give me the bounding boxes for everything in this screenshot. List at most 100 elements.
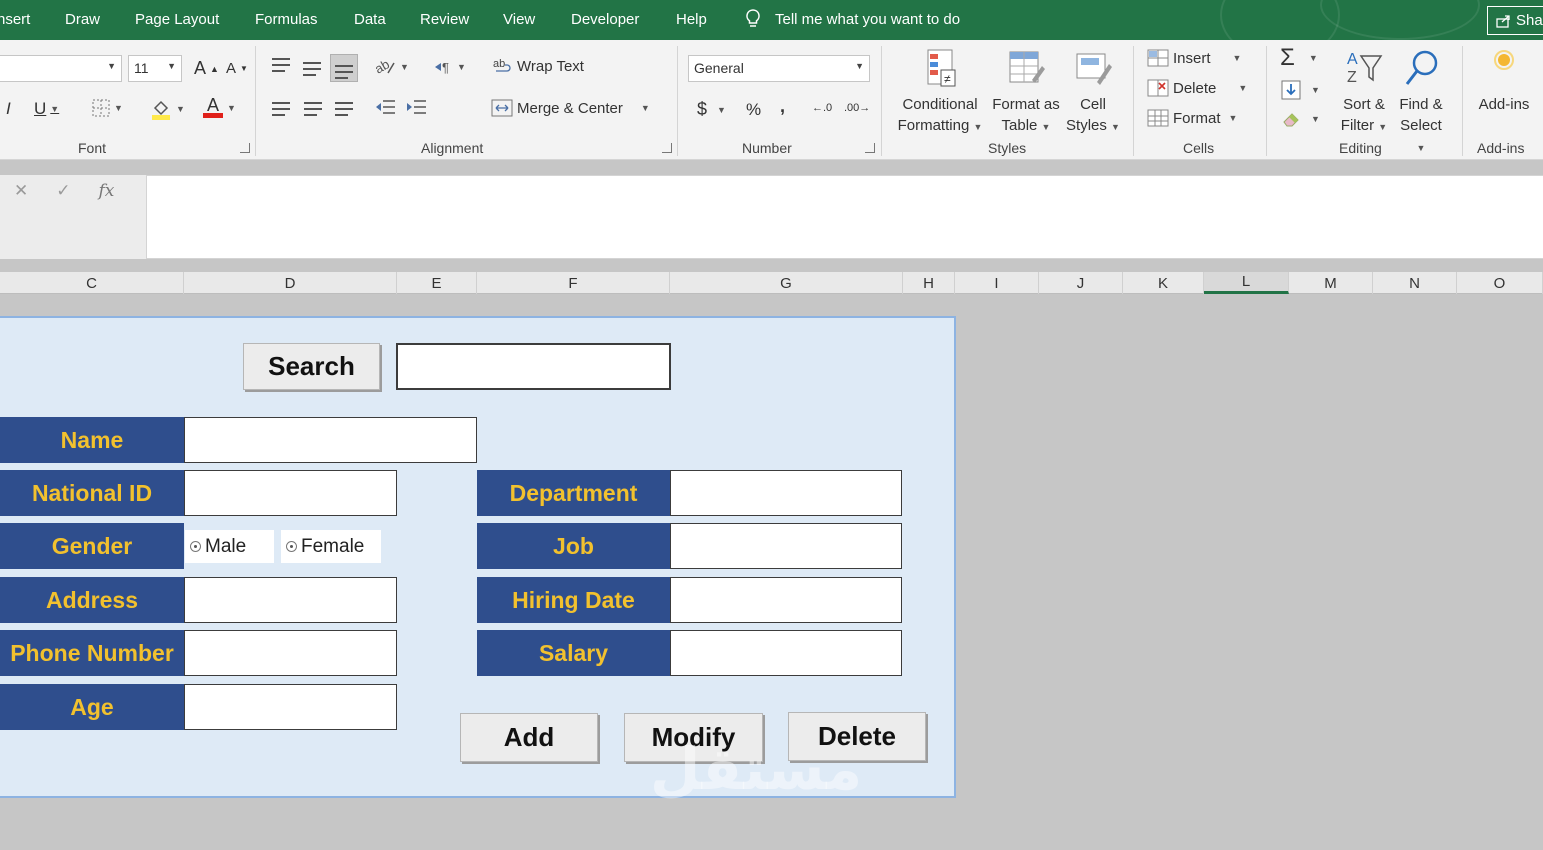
name-input[interactable]: [184, 417, 477, 463]
add-ins-label: Add-ins: [1478, 96, 1530, 113]
tell-me-box[interactable]: Tell me what you want to do: [745, 9, 960, 29]
editing-group-label: Editing: [1339, 140, 1382, 156]
orientation-icon: ab: [374, 57, 395, 77]
delete-button[interactable]: Delete: [788, 712, 926, 761]
align-right-icon[interactable]: [335, 102, 353, 116]
column-header-d[interactable]: D: [184, 272, 397, 294]
column-header-n[interactable]: N: [1373, 272, 1457, 294]
text-direction-button[interactable]: ¶ ▼: [433, 59, 466, 75]
cell-styles-label-2-text: Styles: [1066, 117, 1107, 134]
gender-female-option[interactable]: Female: [281, 530, 381, 563]
delete-cells-button[interactable]: Delete ▼: [1147, 79, 1247, 97]
align-top-icon[interactable]: [272, 58, 290, 72]
orientation-button[interactable]: ab ▼: [374, 57, 409, 77]
column-header-h[interactable]: H: [903, 272, 955, 294]
add-ins-group-label: Add-ins: [1477, 140, 1525, 156]
conditional-formatting-button[interactable]: ≠ Conditional Formatting ▼: [894, 48, 986, 138]
column-header-m[interactable]: M: [1289, 272, 1373, 294]
confirm-entry-icon[interactable]: ✓: [56, 181, 70, 201]
align-center-icon[interactable]: [304, 102, 322, 116]
font-dialog-launcher-icon[interactable]: [240, 143, 250, 153]
fill-button[interactable]: ▼: [1281, 80, 1320, 100]
tab-draw[interactable]: Draw: [65, 11, 100, 28]
formula-input[interactable]: [146, 175, 1543, 259]
column-header-j[interactable]: J: [1039, 272, 1123, 294]
fill-color-button[interactable]: ▼: [150, 98, 185, 120]
shrink-font-button[interactable]: A ▼: [226, 60, 248, 77]
cells-group-label: Cells: [1183, 140, 1215, 156]
increase-indent-button[interactable]: [405, 98, 427, 116]
wrap-text-label: Wrap Text: [517, 57, 584, 75]
insert-function-icon[interactable]: fx: [99, 181, 115, 201]
autosum-button[interactable]: Σ ▼: [1280, 44, 1318, 72]
column-header-i[interactable]: I: [955, 272, 1039, 294]
alignment-dialog-launcher-icon[interactable]: [662, 143, 672, 153]
wrap-text-button[interactable]: ab Wrap Text: [493, 57, 584, 75]
phone-number-input[interactable]: [184, 630, 397, 676]
currency-icon: $: [697, 99, 708, 119]
salary-input[interactable]: [670, 630, 902, 676]
column-header-c[interactable]: C: [0, 272, 184, 294]
column-header-e[interactable]: E: [397, 272, 477, 294]
find-select-button[interactable]: Find & Select ▼: [1394, 48, 1448, 159]
column-header-k[interactable]: K: [1123, 272, 1204, 294]
cell-styles-button[interactable]: Cell Styles ▼: [1064, 48, 1122, 138]
tab-insert[interactable]: nsert: [0, 11, 30, 28]
tab-developer[interactable]: Developer: [571, 11, 639, 28]
age-input[interactable]: [184, 684, 397, 730]
add-button[interactable]: Add: [460, 713, 598, 762]
tab-help[interactable]: Help: [676, 11, 707, 28]
svg-text:Z: Z: [1347, 69, 1357, 86]
cancel-entry-icon[interactable]: ✕: [14, 181, 28, 201]
add-ins-button[interactable]: Add-ins: [1473, 48, 1535, 115]
sort-filter-button[interactable]: A Z Sort & Filter ▼: [1338, 48, 1390, 138]
increase-decimal-button[interactable]: ←.0: [812, 102, 832, 114]
column-header-o[interactable]: O: [1457, 272, 1543, 294]
tab-view[interactable]: View: [503, 11, 535, 28]
currency-button[interactable]: $ ▼: [697, 99, 726, 120]
column-header-g[interactable]: G: [670, 272, 903, 294]
search-button[interactable]: Search: [243, 343, 380, 390]
font-size-combo[interactable]: 11 ▼: [128, 55, 182, 82]
format-cells-button[interactable]: Format ▼: [1147, 109, 1237, 127]
column-header-l[interactable]: L: [1204, 272, 1289, 294]
number-format-combo[interactable]: General ▼: [688, 55, 870, 82]
decrease-decimal-button[interactable]: .00→: [844, 102, 870, 114]
font-name-combo[interactable]: ▼: [0, 55, 122, 82]
font-group-label: Font: [78, 140, 107, 156]
tab-page-layout[interactable]: Page Layout: [135, 11, 219, 28]
grow-font-button[interactable]: A ▲: [194, 58, 219, 79]
tab-formulas[interactable]: Formulas: [255, 11, 318, 28]
format-as-table-button[interactable]: Format as Table ▼: [990, 48, 1062, 138]
national-id-input[interactable]: [184, 470, 397, 516]
hiring-date-input[interactable]: [670, 577, 902, 623]
column-header-f[interactable]: F: [477, 272, 670, 294]
alignment-group-label: Alignment: [421, 140, 484, 156]
share-button[interactable]: Sha: [1487, 6, 1543, 35]
align-middle-icon[interactable]: [303, 62, 321, 76]
number-dialog-launcher-icon[interactable]: [865, 143, 875, 153]
clear-button[interactable]: ▼: [1281, 110, 1320, 128]
decrease-indent-button[interactable]: [374, 98, 396, 116]
italic-button[interactable]: I: [6, 99, 11, 119]
job-input[interactable]: [670, 523, 902, 569]
department-input[interactable]: [670, 470, 902, 516]
comma-button[interactable]: ,: [780, 96, 785, 117]
underline-button[interactable]: U ▼: [34, 99, 59, 119]
percent-button[interactable]: %: [746, 100, 761, 120]
gender-male-option[interactable]: Male: [185, 530, 274, 563]
tab-review[interactable]: Review: [420, 11, 469, 28]
modify-button[interactable]: Modify: [624, 713, 763, 762]
align-left-icon[interactable]: [272, 102, 290, 116]
font-color-button[interactable]: A ▼: [203, 96, 236, 118]
merge-center-button[interactable]: Merge & Center ▼: [491, 98, 650, 118]
borders-button[interactable]: ▼: [92, 99, 123, 117]
insert-cells-button[interactable]: Insert ▼: [1147, 49, 1241, 67]
tab-data[interactable]: Data: [354, 11, 386, 28]
group-separator: [1266, 46, 1267, 156]
search-input[interactable]: [396, 343, 671, 390]
address-input[interactable]: [184, 577, 397, 623]
chevron-down-icon: ▼: [400, 62, 409, 72]
align-bottom-button[interactable]: [330, 54, 358, 82]
number-group-label: Number: [742, 140, 792, 156]
